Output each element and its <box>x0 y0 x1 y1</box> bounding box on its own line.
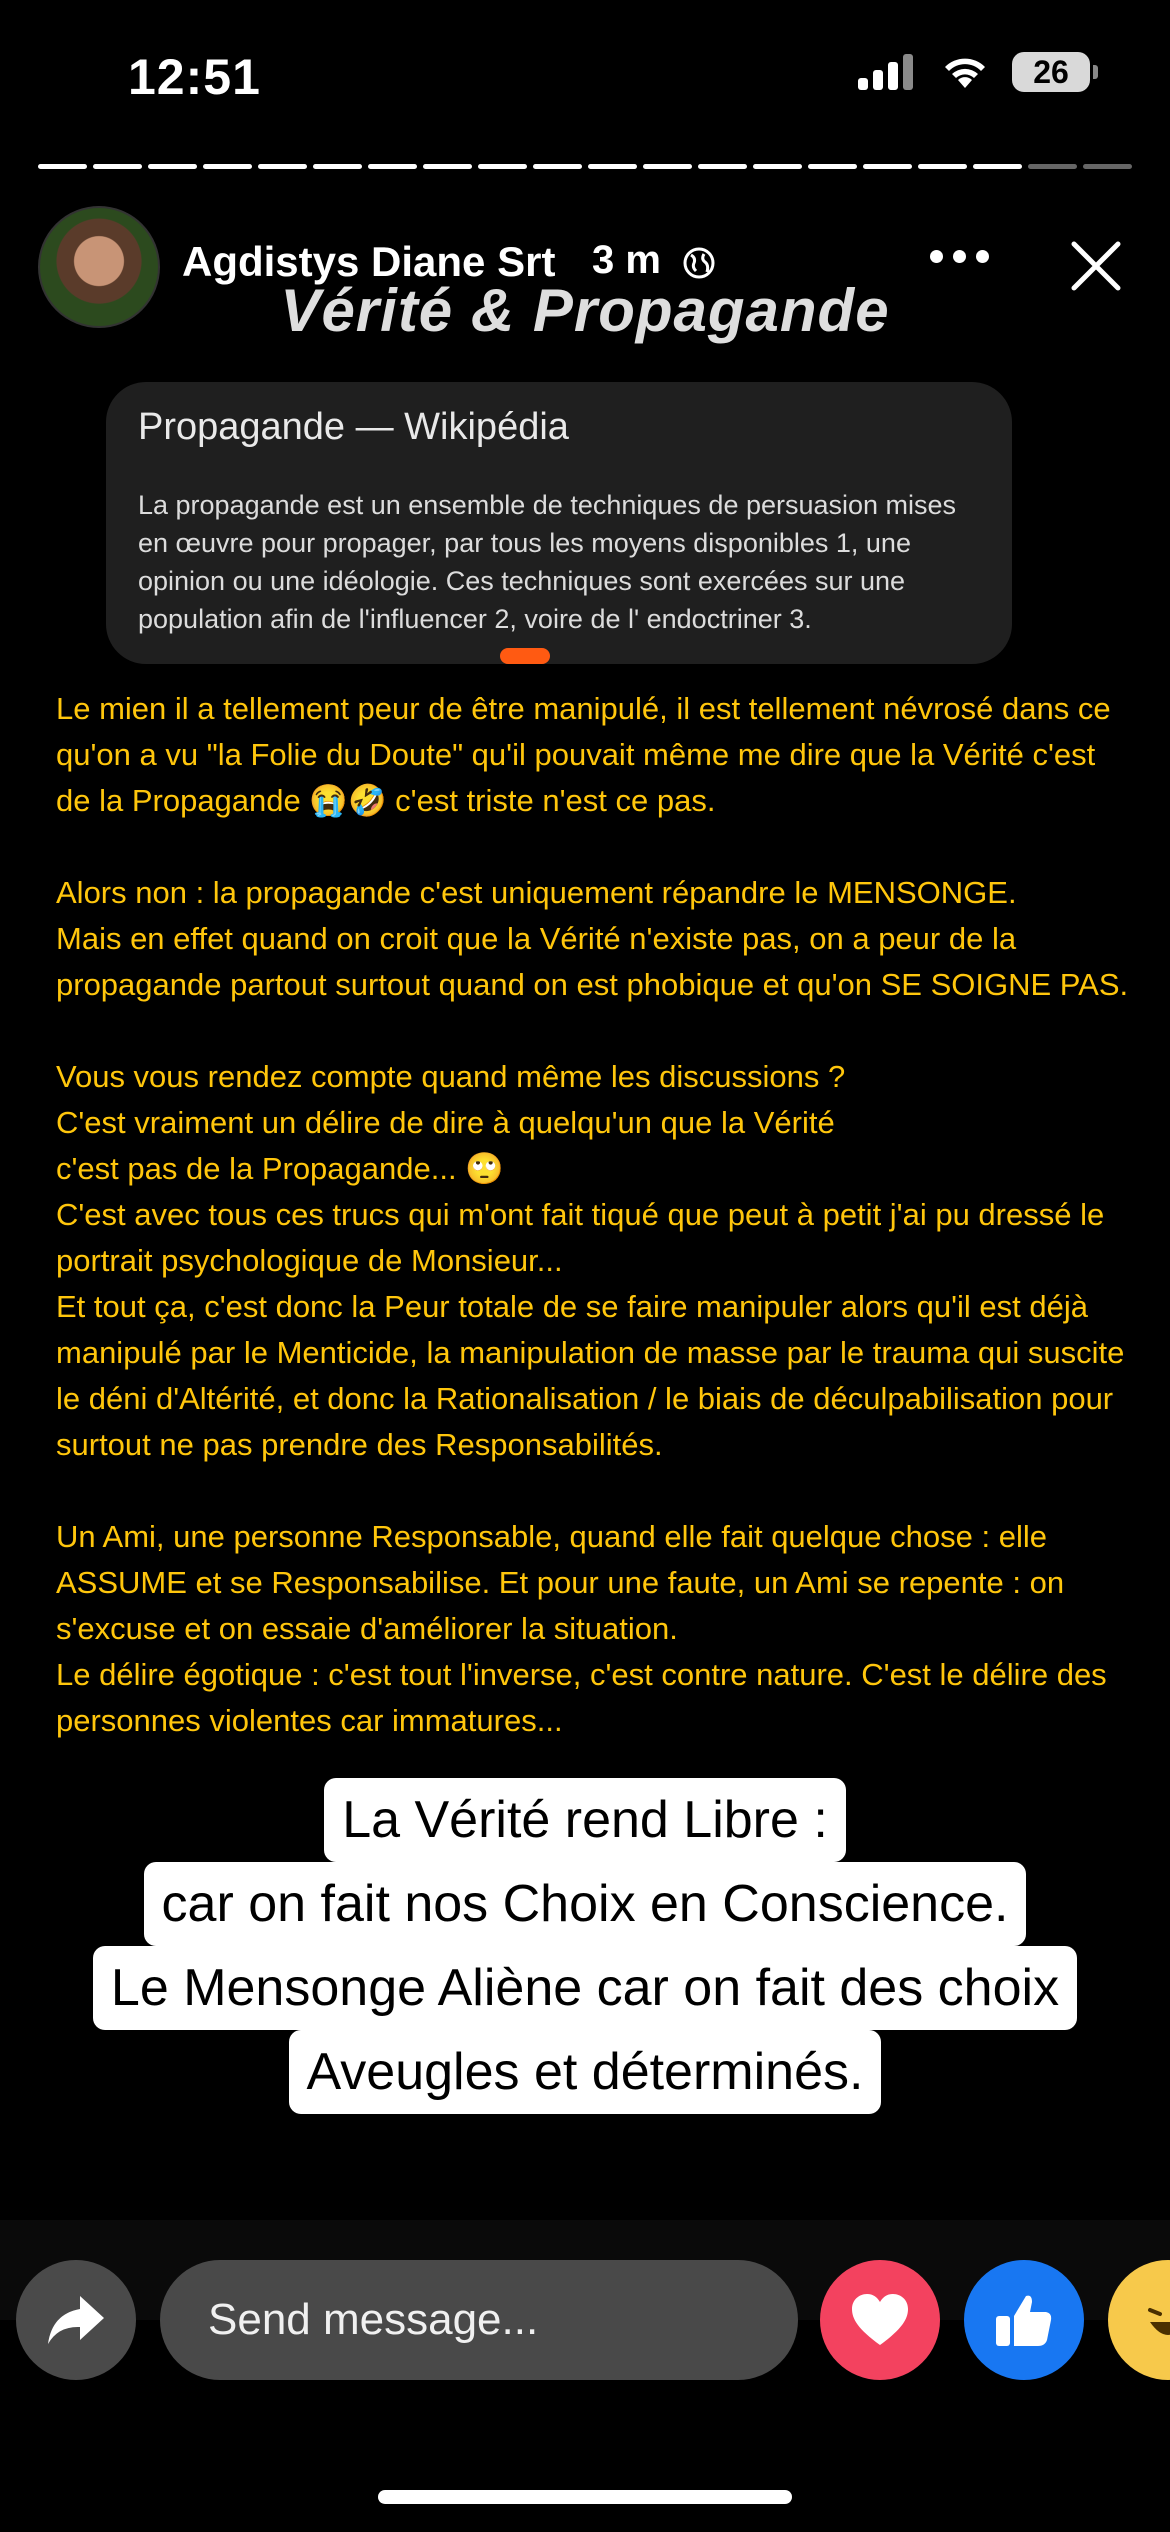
send-message-input[interactable] <box>160 2260 798 2380</box>
progress-segment <box>368 164 417 169</box>
quote-line: car on fait nos Choix en Conscience. <box>143 1862 1027 1946</box>
wiki-body: La propagande est un ensemble de techniq… <box>138 490 957 634</box>
quote-line: Aveugles et déterminés. <box>288 2030 882 2114</box>
thumbs-up-icon <box>996 2295 1052 2346</box>
progress-segment <box>863 164 912 169</box>
quote-line: Le Mensonge Aliène car on fait des choix <box>92 1946 1078 2030</box>
like-reaction-button[interactable] <box>964 2260 1084 2380</box>
battery-level: 26 <box>1033 53 1069 90</box>
battery-icon: 26 <box>1012 52 1098 92</box>
share-button[interactable] <box>16 2260 136 2380</box>
story-title: Vérité & Propagande <box>280 277 890 344</box>
story-progress <box>38 164 1132 169</box>
text-paragraph: C'est vraiment un délire de dire à quelq… <box>56 1105 835 1140</box>
progress-segment <box>533 164 582 169</box>
highlight-mark <box>500 648 550 664</box>
text-paragraph: c'est pas de la Propagande... 🙄 <box>56 1151 504 1186</box>
status-time: 12:51 <box>128 49 261 105</box>
story-text: Le mien il a tellement peur de être mani… <box>56 686 1136 1744</box>
text-paragraph: Un Ami, une personne Responsable, quand … <box>56 1519 1073 1646</box>
share-arrow-icon <box>48 2296 104 2344</box>
wikipedia-card: Propagande — Wikipédia La propagande est… <box>106 382 1012 664</box>
progress-segment <box>258 164 307 169</box>
progress-segment <box>753 164 802 169</box>
progress-segment <box>1083 164 1132 169</box>
text-paragraph: Et tout ça, c'est donc la Peur totale de… <box>56 1289 1133 1462</box>
text-paragraph: Mais en effet quand on croit que la Véri… <box>56 921 1129 1002</box>
more-options-icon[interactable] <box>930 250 989 263</box>
progress-segment <box>93 164 142 169</box>
text-paragraph: Le délire égotique : c'est tout l'invers… <box>56 1657 1116 1738</box>
progress-segment <box>1028 164 1077 169</box>
quote-block: La Vérité rend Libre : car on fait nos C… <box>0 1778 1170 2114</box>
cellular-signal-icon <box>858 54 913 90</box>
progress-segment <box>808 164 857 169</box>
text-paragraph: Vous vous rendez compte quand même les d… <box>56 1059 846 1094</box>
heart-icon <box>852 2294 908 2345</box>
progress-segment <box>148 164 197 169</box>
text-paragraph: Alors non : la propagande c'est uniqueme… <box>56 875 1017 910</box>
progress-segment <box>698 164 747 169</box>
progress-segment <box>478 164 527 169</box>
text-paragraph: Le mien il a tellement peur de être mani… <box>56 691 1120 818</box>
progress-segment <box>973 164 1022 169</box>
progress-segment <box>423 164 472 169</box>
progress-segment <box>38 164 87 169</box>
progress-segment <box>203 164 252 169</box>
progress-segment <box>313 164 362 169</box>
laugh-emoji-icon <box>1148 2308 1170 2335</box>
quote-line: La Vérité rend Libre : <box>324 1778 846 1862</box>
globe-icon <box>683 247 715 279</box>
love-reaction-button[interactable] <box>820 2260 940 2380</box>
text-paragraph: C'est avec tous ces trucs qui m'ont fait… <box>56 1197 1113 1278</box>
progress-segment <box>918 164 967 169</box>
progress-segment <box>643 164 692 169</box>
wifi-icon <box>945 58 985 88</box>
home-indicator <box>378 2490 792 2504</box>
progress-segment <box>588 164 637 169</box>
wiki-title: Propagande — Wikipédia <box>138 406 569 448</box>
status-icons: 26 <box>858 52 1098 92</box>
